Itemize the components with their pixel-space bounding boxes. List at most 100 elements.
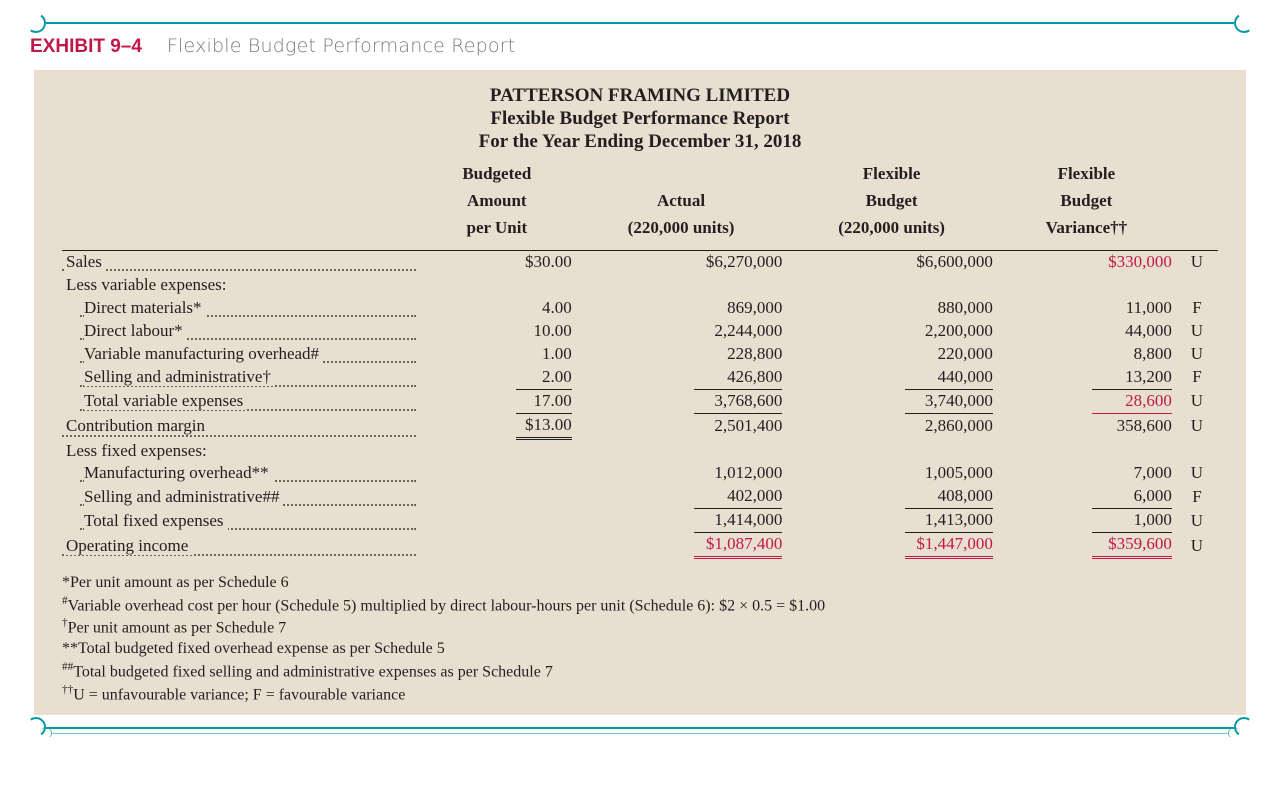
totfix-uf: U xyxy=(1176,509,1218,533)
vmo-uf: U xyxy=(1176,343,1218,366)
col-var-l1: Flexible xyxy=(997,163,1176,190)
vsanda-var: 13,200 xyxy=(1092,366,1172,390)
report-period: For the Year Ending December 31, 2018 xyxy=(62,130,1218,153)
row-less-fixed-header: Less fixed expenses: xyxy=(62,440,1218,463)
col-flex-l1: Flexible xyxy=(786,163,997,190)
vmo-var: 8,800 xyxy=(1092,343,1172,366)
cm-var: 358,600 xyxy=(1092,415,1172,438)
cm-uf: U xyxy=(1176,414,1218,440)
row-direct-labour: Direct labour* 10.00 2,244,000 2,200,000… xyxy=(62,320,1218,343)
vmo-flex: 220,000 xyxy=(905,343,993,366)
report-company: PATTERSON FRAMING LIMITED xyxy=(62,84,1218,107)
row-contribution-margin: Contribution margin $13.00 2,501,400 2,8… xyxy=(62,414,1218,440)
footnote-e: ##Total budgeted fixed selling and admin… xyxy=(62,660,1218,683)
col-act-l2: Actual xyxy=(576,190,787,217)
footnote-b: #Variable overhead cost per hour (Schedu… xyxy=(62,594,1218,617)
dm-var: 11,000 xyxy=(1092,297,1172,320)
label-less-fixed: Less fixed expenses: xyxy=(66,441,211,460)
fsanda-act: 402,000 xyxy=(694,485,782,509)
top-decorative-curve xyxy=(26,12,1254,28)
table-body: Sales $30.00 $6,270,000 $6,600,000 $330,… xyxy=(62,251,1218,560)
footnote-f: ††U = unfavourable variance; F = favoura… xyxy=(62,683,1218,706)
report-header: PATTERSON FRAMING LIMITED Flexible Budge… xyxy=(62,84,1218,154)
footnote-a: *Per unit amount as per Schedule 6 xyxy=(62,573,1218,593)
footnote-c: †Per unit amount as per Schedule 7 xyxy=(62,616,1218,639)
dm-uf: F xyxy=(1176,297,1218,320)
row-operating-income: Operating income $1,087,400 $1,447,000 $… xyxy=(62,533,1218,559)
sales-flex: $6,600,000 xyxy=(905,251,993,274)
fmo-flex: 1,005,000 xyxy=(905,462,993,485)
label-dm: Direct materials* xyxy=(84,298,206,317)
totfix-var: 1,000 xyxy=(1092,509,1172,533)
label-less-var: Less variable expenses: xyxy=(66,275,231,294)
col-act-l3: (220,000 units) xyxy=(576,217,787,244)
exhibit-heading: EXHIBIT 9–4 Flexible Budget Performance … xyxy=(30,34,1250,60)
label-cm: Contribution margin xyxy=(66,416,209,435)
totvar-act: 3,768,600 xyxy=(694,390,782,414)
dl-act: 2,244,000 xyxy=(694,320,782,343)
report-title: Flexible Budget Performance Report xyxy=(62,107,1218,130)
vsanda-per: 2.00 xyxy=(516,366,572,390)
exhibit-title: Flexible Budget Performance Report xyxy=(167,35,516,57)
col-flex-l3: (220,000 units) xyxy=(786,217,997,244)
footnotes: *Per unit amount as per Schedule 6 #Vari… xyxy=(62,573,1218,705)
dm-act: 869,000 xyxy=(694,297,782,320)
dm-per: 4.00 xyxy=(516,297,572,320)
col-act-l1 xyxy=(576,163,787,190)
sales-uf: U xyxy=(1176,251,1218,274)
totvar-var: 28,600 xyxy=(1092,390,1172,414)
fsanda-flex: 408,000 xyxy=(905,485,993,509)
col-var-l2: Budget xyxy=(997,190,1176,217)
table-head: Budgeted Flexible Flexible Amount Actual… xyxy=(62,163,1218,250)
dl-var: 44,000 xyxy=(1092,320,1172,343)
label-vsanda: Selling and administrative† xyxy=(84,367,275,386)
cm-act: 2,501,400 xyxy=(694,415,782,438)
row-total-fixed: Total fixed expenses 1,414,000 1,413,000… xyxy=(62,509,1218,533)
sales-per: $30.00 xyxy=(516,251,572,274)
opinc-flex: $1,447,000 xyxy=(905,533,993,559)
totvar-uf: U xyxy=(1176,390,1218,414)
label-vmo: Variable manufacturing overhead# xyxy=(84,344,323,363)
footnote-d: **Total budgeted fixed overhead expense … xyxy=(62,639,1218,659)
label-totvar: Total variable expenses xyxy=(84,391,247,410)
row-total-variable: Total variable expenses 17.00 3,768,600 … xyxy=(62,390,1218,414)
totvar-per: 17.00 xyxy=(516,390,572,414)
row-fixed-sell-admin: Selling and administrative## 402,000 408… xyxy=(62,485,1218,509)
label-fsanda: Selling and administrative## xyxy=(84,487,283,506)
sales-act: $6,270,000 xyxy=(694,251,782,274)
fmo-uf: U xyxy=(1176,462,1218,485)
opinc-var: $359,600 xyxy=(1092,533,1172,559)
vsanda-act: 426,800 xyxy=(694,366,782,390)
exhibit-number: EXHIBIT 9–4 xyxy=(30,36,142,57)
dl-uf: U xyxy=(1176,320,1218,343)
col-per-l2: Amount xyxy=(418,190,576,217)
report-panel: PATTERSON FRAMING LIMITED Flexible Budge… xyxy=(34,70,1246,716)
fmo-var: 7,000 xyxy=(1092,462,1172,485)
opinc-uf: U xyxy=(1176,533,1218,559)
bottom-decorative-curve xyxy=(26,717,1254,737)
row-direct-materials: Direct materials* 4.00 869,000 880,000 1… xyxy=(62,297,1218,320)
row-var-mfg-overhead: Variable manufacturing overhead# 1.00 22… xyxy=(62,343,1218,366)
label-sales: Sales xyxy=(66,252,106,271)
col-per-l1: Budgeted xyxy=(418,163,576,190)
cm-per: $13.00 xyxy=(516,414,572,440)
vsanda-uf: F xyxy=(1176,366,1218,390)
label-dl: Direct labour* xyxy=(84,321,187,340)
sales-var: $330,000 xyxy=(1092,251,1172,274)
col-var-l3: Variance†† xyxy=(997,217,1176,244)
totfix-flex: 1,413,000 xyxy=(905,509,993,533)
label-totfix: Total fixed expenses xyxy=(84,511,228,530)
dm-flex: 880,000 xyxy=(905,297,993,320)
fsanda-uf: F xyxy=(1176,485,1218,509)
totvar-flex: 3,740,000 xyxy=(905,390,993,414)
label-fmo: Manufacturing overhead** xyxy=(84,463,273,482)
vmo-act: 228,800 xyxy=(694,343,782,366)
row-fixed-mfg-overhead: Manufacturing overhead** 1,012,000 1,005… xyxy=(62,462,1218,485)
row-var-sell-admin: Selling and administrative† 2.00 426,800… xyxy=(62,366,1218,390)
vmo-per: 1.00 xyxy=(516,343,572,366)
performance-table: Budgeted Flexible Flexible Amount Actual… xyxy=(62,163,1218,559)
row-less-var-header: Less variable expenses: xyxy=(62,274,1218,297)
fmo-act: 1,012,000 xyxy=(694,462,782,485)
cm-flex: 2,860,000 xyxy=(905,415,993,438)
row-sales: Sales $30.00 $6,270,000 $6,600,000 $330,… xyxy=(62,251,1218,274)
